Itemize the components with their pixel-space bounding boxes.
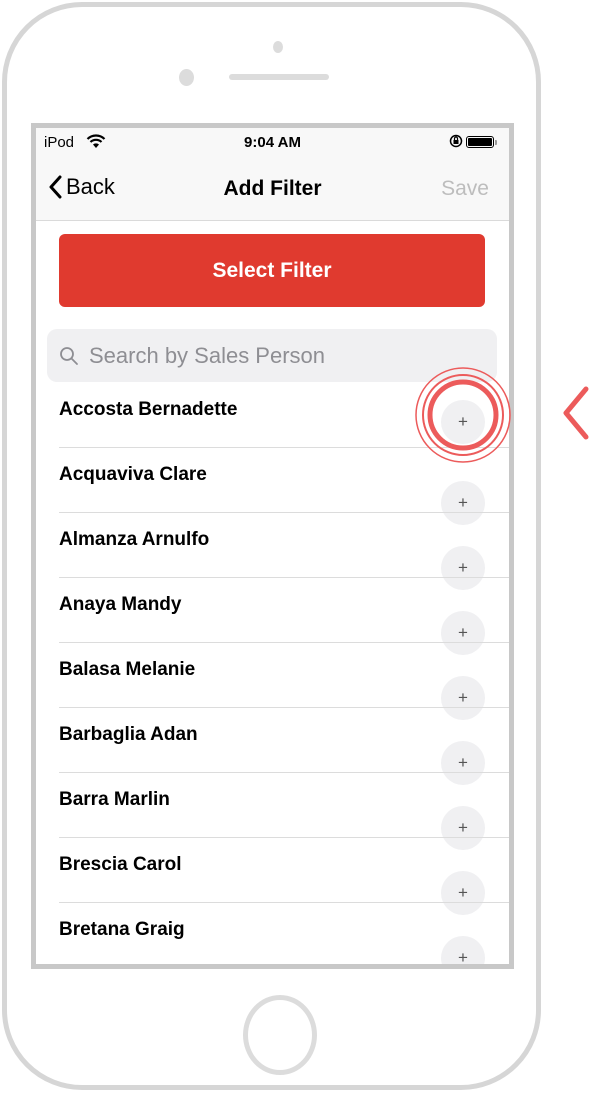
search-icon bbox=[60, 346, 78, 365]
pointer-chevron-icon bbox=[563, 386, 589, 440]
sales-person-name: Bretana Graig bbox=[59, 919, 185, 940]
home-button[interactable] bbox=[243, 995, 317, 1075]
battery-tip bbox=[495, 140, 497, 145]
list-item[interactable]: Brescia Carol + bbox=[36, 838, 509, 915]
sales-person-name: Acquaviva Clare bbox=[59, 464, 207, 485]
navigation-bar: Back Add Filter Save bbox=[36, 156, 509, 221]
sales-person-name: Anaya Mandy bbox=[59, 594, 182, 615]
screen: iPod 9:04 AM Back Add Filter Save Select… bbox=[31, 123, 514, 969]
row-divider bbox=[59, 967, 509, 968]
add-button[interactable]: + bbox=[441, 936, 485, 964]
search-input[interactable] bbox=[87, 341, 471, 370]
back-button[interactable]: Back bbox=[48, 174, 115, 200]
front-sensor bbox=[273, 41, 283, 53]
save-button[interactable]: Save bbox=[441, 177, 489, 201]
rotation-lock-icon bbox=[449, 134, 463, 152]
front-camera bbox=[179, 69, 194, 86]
list-item[interactable]: Barra Marlin + bbox=[36, 773, 509, 850]
list-item[interactable]: Barbaglia Adan + bbox=[36, 708, 509, 785]
chevron-left-icon bbox=[49, 175, 62, 199]
list-item[interactable]: Bretana Graig + bbox=[36, 903, 509, 968]
list-item[interactable]: Balasa Melanie + bbox=[36, 643, 509, 720]
sales-person-name: Brescia Carol bbox=[59, 854, 182, 875]
select-filter-button[interactable]: Select Filter bbox=[59, 234, 485, 307]
sales-person-name: Barra Marlin bbox=[59, 789, 170, 810]
sales-person-name: Balasa Melanie bbox=[59, 659, 196, 680]
list-item[interactable]: Almanza Arnulfo + bbox=[36, 513, 509, 590]
search-bar[interactable] bbox=[47, 329, 497, 382]
status-time: 9:04 AM bbox=[244, 134, 301, 151]
add-button[interactable]: + bbox=[441, 400, 485, 444]
sales-person-list: Accosta Bernadette + Acquaviva Clare + Alm… bbox=[36, 383, 509, 968]
back-label: Back bbox=[66, 174, 115, 199]
list-item[interactable]: Accosta Bernadette + bbox=[36, 383, 509, 448]
list-item[interactable]: Anaya Mandy + bbox=[36, 578, 509, 655]
sales-person-name: Almanza Arnulfo bbox=[59, 529, 210, 550]
status-bar: iPod 9:04 AM bbox=[36, 128, 509, 156]
list-item[interactable]: Acquaviva Clare + bbox=[36, 448, 509, 525]
battery-icon bbox=[466, 136, 494, 148]
sales-person-name: Barbaglia Adan bbox=[59, 724, 198, 745]
earpiece-speaker bbox=[229, 74, 329, 80]
sales-person-name: Accosta Bernadette bbox=[59, 399, 238, 420]
